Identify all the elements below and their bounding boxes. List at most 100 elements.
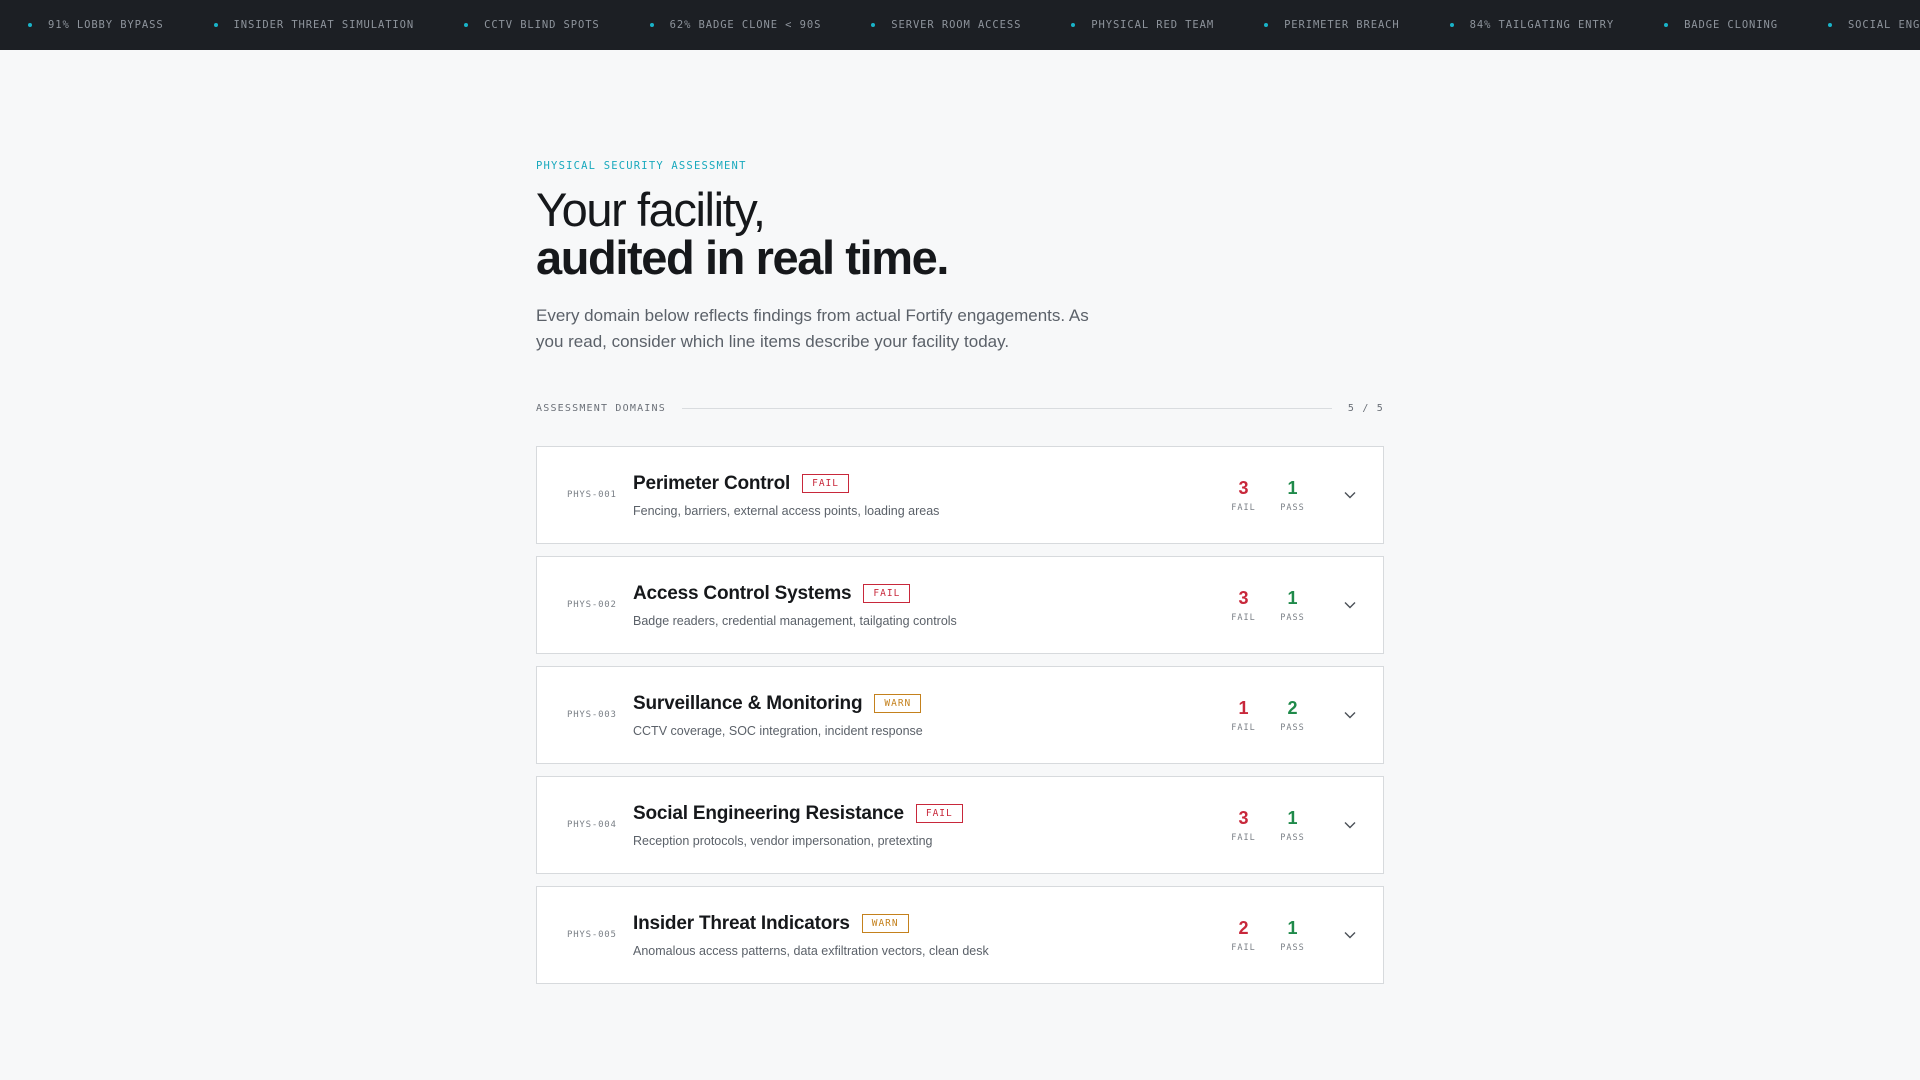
domain-title-row: Access Control Systems FAIL xyxy=(633,583,1219,605)
fail-count: 1 xyxy=(1238,697,1249,718)
ticker-track: 91% LOBBY BYPASS INSIDER THREAT SIMULATI… xyxy=(0,19,1920,31)
ticker-item: INSIDER THREAT SIMULATION xyxy=(213,19,415,31)
domain-code: PHYS-004 xyxy=(567,820,617,830)
section-count: 5 / 5 xyxy=(1347,403,1384,414)
pass-label: PASS xyxy=(1280,722,1305,733)
pass-stat: 2 PASS xyxy=(1268,698,1317,733)
section-header: ASSESSMENT DOMAINS 5 / 5 xyxy=(536,403,1384,414)
domain-stats: 2 FAIL 1 PASS xyxy=(1219,918,1317,953)
domain-title-row: Perimeter Control FAIL xyxy=(633,473,1219,495)
page-title-line2: audited in real time. xyxy=(536,231,949,284)
ticker-item: 84% TAILGATING ENTRY xyxy=(1449,19,1615,31)
ticker-item-label: CCTV BLIND SPOTS xyxy=(484,19,600,31)
section-label: ASSESSMENT DOMAINS xyxy=(536,403,666,414)
domain-description: CCTV coverage, SOC integration, incident… xyxy=(633,723,923,738)
domain-code: PHYS-001 xyxy=(567,490,617,500)
pass-label: PASS xyxy=(1280,832,1305,843)
domain-row-perimeter-control[interactable]: PHYS-001 Perimeter Control FAIL Fencing,… xyxy=(536,446,1384,544)
domain-list: PHYS-001 Perimeter Control FAIL Fencing,… xyxy=(536,446,1384,984)
domain-body: Insider Threat Indicators WARN Anomalous… xyxy=(633,913,1219,958)
ticker-item: CCTV BLIND SPOTS xyxy=(464,19,600,31)
ticker-item-label: SOCIAL ENGINEERING xyxy=(1847,19,1920,31)
pass-label: PASS xyxy=(1280,942,1305,953)
fail-label: FAIL xyxy=(1231,502,1256,513)
page-title-line1: Your facility, xyxy=(536,183,766,236)
ticker-dot-icon xyxy=(213,23,218,27)
fail-count: 3 xyxy=(1238,807,1249,828)
domain-code: PHYS-003 xyxy=(567,710,617,720)
pass-stat: 1 PASS xyxy=(1268,808,1317,843)
ticker-dot-icon xyxy=(1264,23,1269,27)
fail-count: 3 xyxy=(1238,587,1249,608)
ticker-item: SERVER ROOM ACCESS xyxy=(871,19,1021,31)
domain-body: Access Control Systems FAIL Badge reader… xyxy=(633,583,1219,628)
domain-description: Anomalous access patterns, data exfiltra… xyxy=(633,943,989,958)
ticker-item-label: 91% LOBBY BYPASS xyxy=(48,19,164,31)
ticker-item: SOCIAL ENGINEERING xyxy=(1827,19,1920,31)
domain-title-row: Insider Threat Indicators WARN xyxy=(633,913,1219,935)
fail-label: FAIL xyxy=(1231,612,1256,623)
chevron-down-icon[interactable] xyxy=(1343,598,1357,612)
pass-count: 2 xyxy=(1287,697,1298,718)
domain-body: Social Engineering Resistance FAIL Recep… xyxy=(633,803,1219,848)
domain-row-surveillance-monitoring[interactable]: PHYS-003 Surveillance & Monitoring WARN … xyxy=(536,666,1384,764)
status-badge: WARN xyxy=(874,694,922,713)
ticker-item-label: INSIDER THREAT SIMULATION xyxy=(233,19,415,31)
domain-title: Access Control Systems xyxy=(633,582,852,604)
domain-description: Reception protocols, vendor impersonatio… xyxy=(633,833,933,848)
ticker-dot-icon xyxy=(28,23,32,27)
pass-stat: 1 PASS xyxy=(1268,478,1317,513)
fail-stat: 3 FAIL xyxy=(1219,588,1268,623)
pass-stat: 1 PASS xyxy=(1268,918,1317,953)
ticker-dot-icon xyxy=(464,23,469,27)
ticker-item-label: 84% TAILGATING ENTRY xyxy=(1469,19,1615,31)
status-badge: FAIL xyxy=(802,474,849,493)
domain-description: Fencing, barriers, external access point… xyxy=(633,503,940,518)
pass-label: PASS xyxy=(1280,612,1305,623)
assessment-main: PHYSICAL SECURITY ASSESSMENT Your facili… xyxy=(536,160,1384,996)
pass-count: 1 xyxy=(1287,477,1298,498)
domain-code: PHYS-002 xyxy=(567,600,617,610)
status-badge: FAIL xyxy=(863,584,911,603)
ticker-dot-icon xyxy=(871,23,876,27)
pass-stat: 1 PASS xyxy=(1268,588,1317,623)
fail-stat: 1 FAIL xyxy=(1219,698,1268,733)
ticker-item-label: BADGE CLONING xyxy=(1684,19,1778,31)
eyebrow-label: PHYSICAL SECURITY ASSESSMENT xyxy=(536,160,747,172)
intro-paragraph: Every domain below reflects findings fro… xyxy=(536,306,1089,351)
status-badge: FAIL xyxy=(915,804,963,823)
domain-row-access-control-systems[interactable]: PHYS-002 Access Control Systems FAIL Bad… xyxy=(536,556,1384,654)
fail-label: FAIL xyxy=(1231,832,1256,843)
domain-row-social-engineering-resistance[interactable]: PHYS-004 Social Engineering Resistance F… xyxy=(536,776,1384,874)
ticker-item: PERIMETER BREACH xyxy=(1264,19,1400,31)
ticker-item-label: PERIMETER BREACH xyxy=(1284,19,1400,31)
domain-title: Surveillance & Monitoring xyxy=(633,692,863,714)
domain-title-row: Social Engineering Resistance FAIL xyxy=(633,803,1219,825)
ticker-dot-icon xyxy=(1449,23,1454,27)
fail-count: 2 xyxy=(1238,917,1249,938)
chevron-down-icon[interactable] xyxy=(1343,928,1357,942)
page-title: Your facility, audited in real time. xyxy=(536,186,1384,282)
ticker-item: 62% BADGE CLONE < 90S xyxy=(649,19,822,31)
domain-title: Insider Threat Indicators xyxy=(633,912,850,934)
domain-title: Perimeter Control xyxy=(633,472,791,494)
domain-description: Badge readers, credential management, ta… xyxy=(633,613,957,628)
ticker-item-label: SERVER ROOM ACCESS xyxy=(891,19,1022,31)
fail-count: 3 xyxy=(1238,477,1249,498)
chevron-down-icon[interactable] xyxy=(1343,488,1357,502)
ticker-dot-icon xyxy=(1071,23,1076,27)
ticker-dot-icon xyxy=(649,23,654,27)
domain-row-insider-threat-indicators[interactable]: PHYS-005 Insider Threat Indicators WARN … xyxy=(536,886,1384,984)
fail-label: FAIL xyxy=(1231,722,1256,733)
chevron-down-icon[interactable] xyxy=(1343,818,1357,832)
chevron-down-icon[interactable] xyxy=(1343,708,1357,722)
pass-count: 1 xyxy=(1287,807,1298,828)
pass-label: PASS xyxy=(1280,502,1305,513)
ticker-item: 91% LOBBY BYPASS xyxy=(28,19,164,31)
ticker-dot-icon xyxy=(1664,23,1669,27)
domain-body: Perimeter Control FAIL Fencing, barriers… xyxy=(633,473,1219,518)
domain-title: Social Engineering Resistance xyxy=(633,802,904,824)
domain-code: PHYS-005 xyxy=(567,930,617,940)
domain-body: Surveillance & Monitoring WARN CCTV cove… xyxy=(633,693,1219,738)
domain-stats: 3 FAIL 1 PASS xyxy=(1219,478,1317,513)
